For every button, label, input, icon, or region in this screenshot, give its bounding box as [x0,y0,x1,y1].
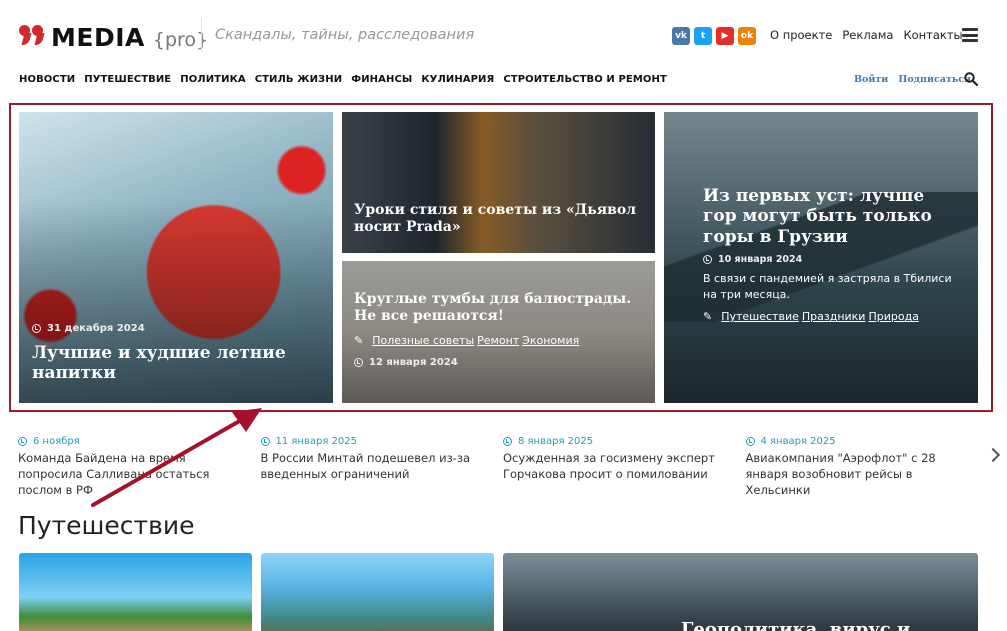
nav-item-news[interactable]: НОВОСТИ [19,74,75,85]
clock-icon [703,255,712,265]
ticker-item[interactable]: 6 ноября Команда Байдена на время попрос… [18,436,261,498]
nav-item-politics[interactable]: ПОЛИТИКА [180,74,245,85]
site-logo[interactable]: MEDIA {pro} [19,22,208,52]
youtube-icon[interactable]: ▶ [716,27,734,45]
ticker-text[interactable]: Команда Байдена на время попросила Салли… [18,450,251,498]
logo-pro-text: {pro} [152,29,209,51]
news-ticker: 6 ноября Команда Байдена на время попрос… [18,436,988,498]
contacts-link[interactable]: Контакты [903,28,962,42]
login-link[interactable]: Войти [854,74,888,85]
clock-icon [260,437,270,446]
paperclip-icon: ✎ [354,333,364,347]
ticker-text[interactable]: Осужденная за госизмену эксперт Горчаков… [503,450,736,482]
ticker-text[interactable]: Авиакомпания "Аэрофлот" с 28 января возо… [746,450,979,498]
vk-icon[interactable]: vk [672,27,690,45]
card-tags: ✎ Полезные советы Ремонт Экономия [354,334,649,347]
main-nav: НОВОСТИ ПУТЕШЕСТВИЕ ПОЛИТИКА СТИЛЬ ЖИЗНИ… [19,74,667,85]
odnoklassniki-icon[interactable]: ok [738,27,756,45]
nav-item-cooking[interactable]: КУЛИНАРИЯ [421,74,494,85]
card-title[interactable]: Лучшие и худшие летние напитки [32,343,322,384]
nav-item-lifestyle[interactable]: СТИЛЬ ЖИЗНИ [255,74,343,85]
quote-logo-icon [19,25,45,49]
nav-item-travel[interactable]: ПУТЕШЕСТВИЕ [84,74,171,85]
tag-link[interactable]: Путешествие [721,310,799,323]
twitter-icon[interactable]: t [694,27,712,45]
ticker-date: 4 января 2025 [760,436,836,447]
clock-icon [32,324,41,333]
ticker-item[interactable]: 4 января 2025 Авиакомпания "Аэрофлот" с … [745,436,989,498]
tag-link[interactable]: Ремонт [477,334,519,347]
card-date: 10 января 2024 [703,254,953,265]
hero-card-balustrade[interactable]: Круглые тумбы для балюстрады. Не все реш… [342,261,655,403]
tag-link[interactable]: Экономия [522,334,579,347]
hero-card-style[interactable]: Уроки стиля и советы из «Дьявол носит Pr… [342,112,655,253]
subscribe-link[interactable]: Подписаться [898,74,971,85]
ads-link[interactable]: Реклама [842,28,893,42]
card-excerpt: В связи с пандемией я застряла в Тбилиси… [703,272,952,302]
hero-card-georgia[interactable]: Из первых уст: лучше гор могут быть толь… [664,112,978,403]
ticker-item[interactable]: 8 января 2025 Осужденная за госизмену эк… [503,436,746,498]
about-link[interactable]: О проекте [770,28,832,42]
search-icon[interactable] [964,72,978,86]
ticker-date: 11 января 2025 [275,436,357,447]
paperclip-icon: ✎ [703,310,713,324]
card-title[interactable]: Круглые тумбы для балюстрады. Не все реш… [354,291,649,325]
card-title[interactable]: Геополитика, вирус и [681,619,910,631]
tag-link[interactable]: Праздники [802,310,866,323]
menu-icon[interactable] [962,28,978,42]
clock-icon [18,437,27,446]
clock-icon [745,437,755,446]
nav-item-finance[interactable]: ФИНАНСЫ [351,74,412,85]
clock-icon [503,437,512,446]
chevron-right-icon[interactable] [985,447,1001,463]
card-date: 12 января 2024 [354,357,649,368]
travel-card-geopolitics[interactable]: Геополитика, вирус и [503,553,978,631]
card-title[interactable]: Из первых уст: лучше гор могут быть толь… [703,186,953,247]
social-links: vk t ▶ ok [672,27,756,45]
ticker-date: 8 января 2025 [518,436,594,447]
logo-text: MEDIA [51,23,145,52]
auth-links: Войти Подписаться [854,74,971,85]
top-links: О проекте Реклама Контакты [770,28,963,42]
hero-card-drinks[interactable]: 31 декабря 2024 Лучшие и худшие летние н… [19,112,333,403]
nav-item-construction[interactable]: СТРОИТЕЛЬСТВО И РЕМОНТ [503,74,667,85]
clock-icon [354,357,363,367]
card-date: 31 декабря 2024 [32,323,322,334]
site-tagline: Скандалы, тайны, расследования [201,18,474,52]
ticker-item[interactable]: 11 января 2025 В России Минтай подешевел… [260,436,504,498]
travel-card-tropics[interactable] [19,553,252,631]
card-tags: ✎ Путешествие Праздники Природа [703,310,953,323]
tag-link[interactable]: Полезные советы [372,334,474,347]
card-title[interactable]: Уроки стиля и советы из «Дьявол носит Pr… [354,202,644,236]
tag-link[interactable]: Природа [868,310,918,323]
travel-card-hiker[interactable] [261,553,494,631]
section-title: Путешествие [18,511,195,540]
ticker-date: 6 ноября [33,436,80,447]
ticker-text[interactable]: В России Минтай подешевел из-за введенны… [261,450,494,482]
